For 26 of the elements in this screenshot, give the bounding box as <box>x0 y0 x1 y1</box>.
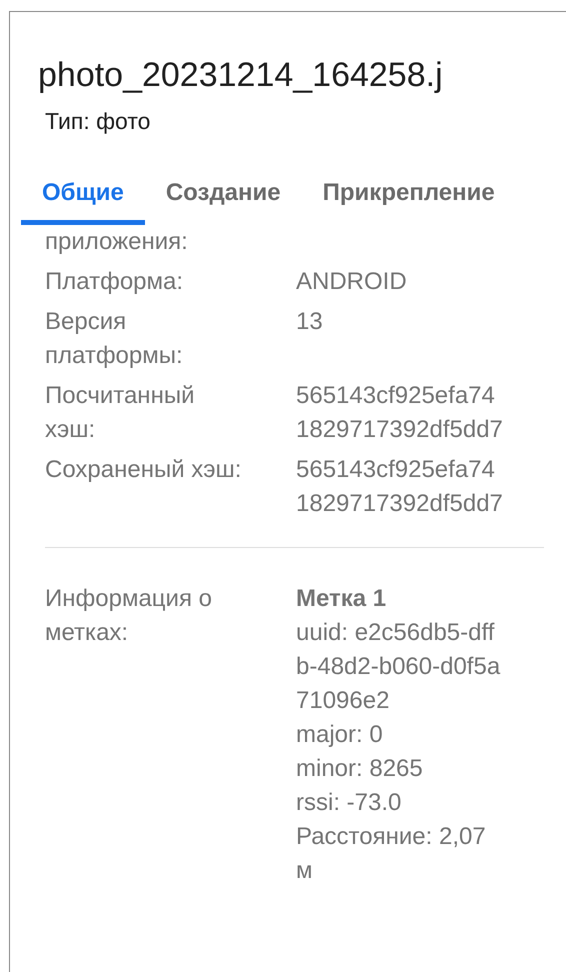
property-value: ANDROID <box>296 267 408 297</box>
file-type-text: Тип: фото <box>44 107 152 135</box>
tag-info-line: minor: 8265 <box>296 754 424 784</box>
tag-info-line: b-48d2-b060-d0f5a <box>296 652 502 682</box>
property-label: Платформа: <box>45 267 184 297</box>
tab[interactable]: Создание <box>144 167 302 225</box>
tag-info-line: rssi: -73.0 <box>296 788 402 818</box>
tag-info-line: Расстояние: 2,07 <box>296 822 487 852</box>
tag-info-line: uuid: e2c56db5-dff <box>296 618 496 648</box>
property-value: 13 <box>296 307 324 337</box>
tag-info-line: 71096e2 <box>296 686 390 716</box>
property-value: 1829717392df5dd7 <box>296 489 504 519</box>
property-value: 1829717392df5dd7 <box>296 415 504 445</box>
property-label: Версия платформы: <box>45 307 184 371</box>
tag-info-line: м <box>296 856 314 886</box>
tag-title: Метка 1 <box>296 584 388 614</box>
property-label: приложения: <box>45 227 189 257</box>
property-value: 565143cf925efa74 <box>296 381 496 411</box>
tag-info-line: major: 0 <box>296 720 384 750</box>
property-label: Сохраненый хэш: <box>45 455 242 485</box>
tab[interactable]: Общие <box>21 167 145 225</box>
property-value: 565143cf925efa74 <box>296 455 496 485</box>
tab[interactable]: Прикрепление <box>302 167 516 225</box>
property-label: Посчитанный хэш: <box>45 381 196 445</box>
property-label: Информация о метках: <box>45 584 213 648</box>
dialog-title: photo_20231214_164258.j <box>37 55 444 95</box>
